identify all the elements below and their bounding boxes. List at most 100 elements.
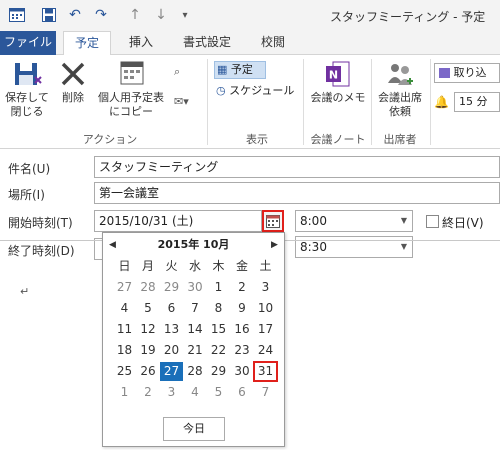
calendar-day[interactable]: 8 <box>207 299 230 318</box>
calendar-day[interactable]: 23 <box>231 341 254 360</box>
copy-to-calendar-button[interactable]: 個人用予定表 にコピー <box>92 59 170 119</box>
group-separator <box>430 59 431 145</box>
date-picker-button[interactable] <box>262 210 284 232</box>
calendar-day[interactable]: 1 <box>113 383 136 402</box>
calendar-day[interactable]: 2 <box>231 278 254 297</box>
calendar-day[interactable]: 2 <box>137 383 160 402</box>
meeting-notes-label: 会議のメモ <box>310 91 366 104</box>
calendar-day[interactable]: 10 <box>254 299 277 318</box>
selected-date-cell[interactable]: 31 <box>253 361 278 382</box>
calendar-day[interactable]: 22 <box>207 341 230 360</box>
calendar-day[interactable]: 7 <box>254 383 277 402</box>
calendar-day[interactable]: 14 <box>184 320 207 339</box>
start-time-value: 8:00 <box>300 214 327 228</box>
calendar-day[interactable]: 5 <box>137 299 160 318</box>
find-icon[interactable]: ⌕ <box>174 65 188 79</box>
calendar-day[interactable]: 18 <box>113 341 136 360</box>
calendar-app-icon <box>6 5 28 25</box>
undo-icon[interactable]: ↶ <box>64 5 86 25</box>
view-schedule-button[interactable]: ◷ スケジュール <box>214 83 298 101</box>
busy-status-icon <box>439 68 450 78</box>
copy-calendar-label: 個人用予定表 にコピー <box>98 91 164 118</box>
save-icon[interactable] <box>38 5 60 25</box>
calendar-day[interactable]: 1 <box>207 278 230 297</box>
start-time-label: 開始時刻(T) <box>8 216 73 230</box>
calendar-day[interactable]: 12 <box>137 320 160 339</box>
save-close-button[interactable]: 保存して 閉じる <box>4 59 50 119</box>
calendar-day[interactable]: 24 <box>254 341 277 360</box>
reminder-dropdown[interactable]: 15 分 <box>454 92 500 112</box>
customize-toolbar-icon[interactable]: ▾ <box>174 5 196 25</box>
group-label-action: アクション <box>82 133 138 146</box>
calendar-day[interactable]: 4 <box>113 299 136 318</box>
all-day-checkbox[interactable] <box>426 215 439 228</box>
subject-field[interactable]: スタッフミーティング <box>94 156 500 178</box>
forward-icon[interactable]: ✉▾ <box>174 95 198 109</box>
attendees-icon <box>388 64 413 85</box>
calendar-day[interactable]: 28 <box>184 362 207 381</box>
down-arrow-icon[interactable]: ↓ <box>150 5 172 25</box>
start-time-dropdown[interactable]: 8:00 ▼ <box>295 210 413 232</box>
group-separator <box>207 59 208 145</box>
calendar-day[interactable]: 9 <box>231 299 254 318</box>
save-close-icon <box>15 63 42 85</box>
calendar-day[interactable]: 27 <box>160 362 183 381</box>
calendar-day[interactable]: 28 <box>137 278 160 297</box>
month-label: 2015年 10月 <box>157 238 230 251</box>
today-button[interactable]: 今日 <box>163 417 225 441</box>
tab-file[interactable]: ファイル <box>0 31 56 55</box>
calendar-day[interactable]: 13 <box>160 320 183 339</box>
calendar-day[interactable]: 21 <box>184 341 207 360</box>
schedule-view-icon: ◷ <box>216 84 226 97</box>
reminder-value: 15 分 <box>459 95 488 108</box>
calendar-day[interactable]: 20 <box>160 341 183 360</box>
location-field[interactable]: 第一会議室 <box>94 182 500 204</box>
up-arrow-icon[interactable]: ↑ <box>124 5 146 25</box>
start-date-field[interactable]: 2015/10/31 (土) <box>94 210 262 232</box>
calendar-day[interactable]: 3 <box>160 383 183 402</box>
invite-attendees-button[interactable]: 会議出席 依頼 <box>374 59 426 119</box>
tab-appointment[interactable]: 予定 <box>63 31 111 56</box>
save-close-label: 保存して 閉じる <box>5 91 49 118</box>
calendar-day[interactable]: 3 <box>254 278 277 297</box>
calendar-day[interactable]: 27 <box>113 278 136 297</box>
calendar-day[interactable]: 7 <box>184 299 207 318</box>
calendar-day[interactable]: 4 <box>184 383 207 402</box>
weekday-header: 月 <box>141 259 154 273</box>
calendar-icon <box>266 214 280 228</box>
reminder-bell-icon: 🔔 <box>434 95 449 109</box>
weekday-header: 木 <box>212 259 225 273</box>
copy-calendar-icon <box>120 61 144 85</box>
calendar-day[interactable]: 26 <box>137 362 160 381</box>
calendar-day[interactable]: 19 <box>137 341 160 360</box>
calendar-day[interactable]: 6 <box>160 299 183 318</box>
delete-button[interactable]: 削除 <box>54 59 92 105</box>
calendar-day[interactable]: 30 <box>231 362 254 381</box>
calendar-day[interactable]: 29 <box>160 278 183 297</box>
show-as-value: 取り込 <box>453 66 487 79</box>
calendar-day[interactable]: 11 <box>113 320 136 339</box>
redo-icon[interactable]: ↷ <box>90 5 112 25</box>
calendar-day[interactable]: 5 <box>207 383 230 402</box>
date-picker-popup: ◀ 2015年 10月 ▶ 日月火水木金土 27 28 29 30 1 2 3 4 5 6 7 8 9 10… <box>102 232 285 447</box>
calendar-day[interactable]: 6 <box>231 383 254 402</box>
calendar-day[interactable]: 17 <box>254 320 277 339</box>
calendar-day[interactable]: 29 <box>207 362 230 381</box>
svg-text:N: N <box>329 69 338 82</box>
calendar-day[interactable]: 16 <box>231 320 254 339</box>
calendar-day[interactable]: 25 <box>113 362 136 381</box>
delete-label: 削除 <box>62 91 84 104</box>
calendar-day[interactable]: 30 <box>184 278 207 297</box>
meeting-notes-button[interactable]: N 会議のメモ <box>308 59 368 105</box>
view-appointment-button[interactable]: ▦ 予定 <box>214 61 266 79</box>
show-as-dropdown[interactable]: 取り込 <box>434 63 500 83</box>
next-month-icon[interactable]: ▶ <box>271 235 278 255</box>
onenote-icon: N <box>326 61 350 87</box>
ribbon: 保存して 閉じる 削除 個人用予定表 にコピー ⌕ ✉▾ アクション ▦ 予定 … <box>0 55 500 149</box>
tab-format[interactable]: 書式設定 <box>170 31 244 55</box>
calendar-day[interactable]: 15 <box>207 320 230 339</box>
chevron-down-icon: ▼ <box>400 216 407 225</box>
window-title: スタッフミーティング - 予定 <box>330 10 486 24</box>
tab-review[interactable]: 校閲 <box>250 31 296 55</box>
tab-insert[interactable]: 挿入 <box>118 31 164 55</box>
